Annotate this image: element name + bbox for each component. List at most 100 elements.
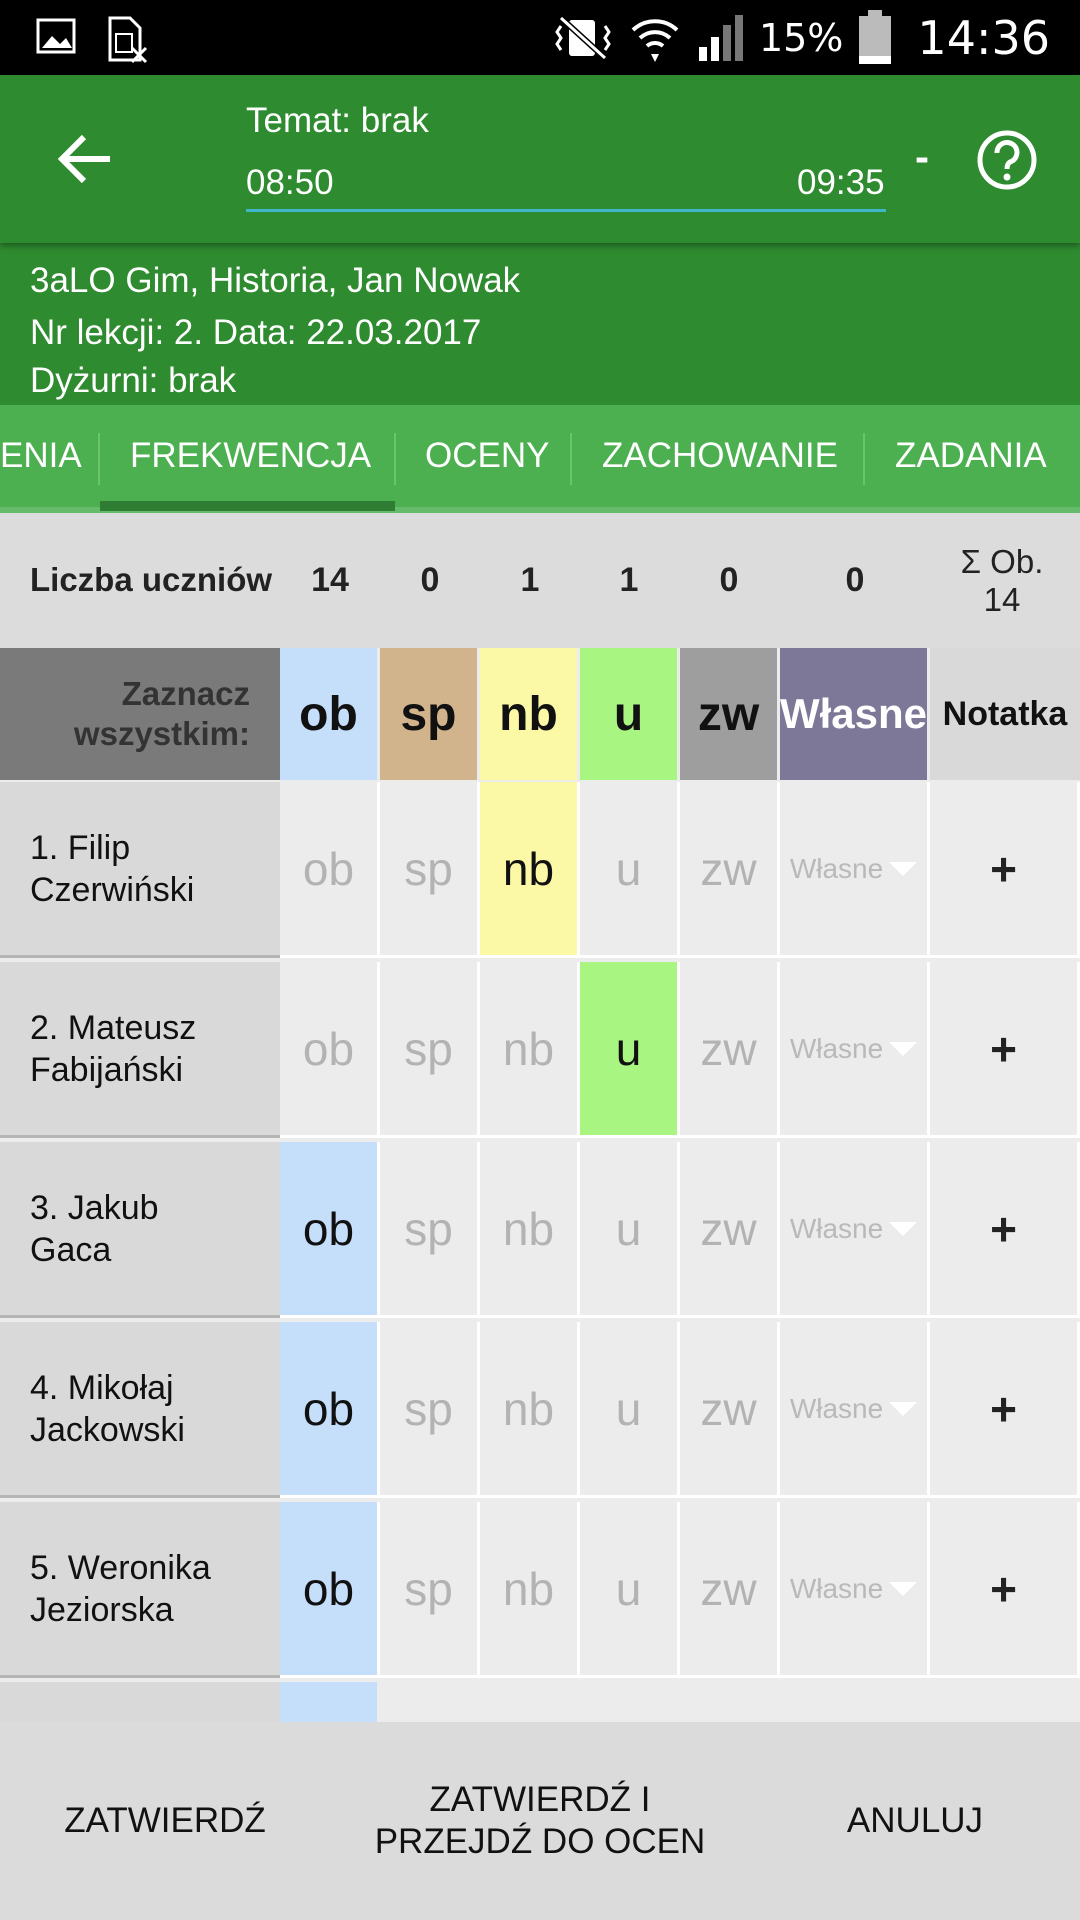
student-first-name: 3. Jakub <box>30 1188 159 1227</box>
wifi-icon <box>631 19 679 62</box>
help-icon[interactable] <box>976 129 1038 191</box>
own-status-label: Własne <box>789 1572 884 1604</box>
own-status-dropdown[interactable]: Własne <box>780 962 930 1138</box>
attendance-sp-cell[interactable]: sp <box>380 1502 480 1678</box>
own-status-dropdown[interactable]: Własne <box>780 1142 930 1318</box>
image-icon <box>36 18 76 54</box>
table-row: 2. Mateusz Fabijański ob sp nb u zw Własne + <box>0 962 1080 1140</box>
attendance-zw-cell[interactable]: zw <box>680 782 780 958</box>
attendance-ob-cell[interactable]: ob <box>280 1142 380 1318</box>
student-name: 1. Filip Czerwiński <box>0 782 280 958</box>
select-all-label: Zaznacz wszystkim: <box>0 648 280 780</box>
dash-button[interactable]: - <box>915 133 929 181</box>
count-nb: 1 <box>520 561 540 599</box>
cancel-button[interactable]: ANULUJ <box>750 1722 1080 1920</box>
tab-partial[interactable]: ENIA <box>0 405 82 507</box>
select-all-zw-button[interactable]: zw <box>680 648 777 780</box>
attendance-sp-cell[interactable]: sp <box>380 962 480 1138</box>
attendance-ob-cell[interactable]: ob <box>280 1322 380 1498</box>
count-own: 0 <box>845 561 865 599</box>
tab-frekwencja[interactable]: FREKWENCJA <box>130 405 371 507</box>
table-row: 1. Filip Czerwiński ob sp nb u zw Własne + <box>0 782 1080 960</box>
count-sp: 0 <box>420 561 440 599</box>
add-note-button[interactable]: + <box>930 1322 1080 1498</box>
add-note-button[interactable]: + <box>930 962 1080 1138</box>
dropdown-arrow-icon <box>889 861 918 876</box>
lesson-topic[interactable]: Temat: brak <box>246 101 429 141</box>
attendance-u-cell[interactable]: u <box>580 1322 680 1498</box>
select-all-line1: Zaznacz <box>121 675 250 712</box>
battery-icon <box>859 10 892 64</box>
select-all-u-button[interactable]: u <box>580 648 677 780</box>
summary-row: Liczba uczniów 14 0 1 1 0 0 Σ Ob. 14 <box>0 513 1080 648</box>
signal-icon <box>698 15 743 61</box>
dropdown-arrow-icon <box>889 1401 918 1416</box>
own-status-label: Własne <box>789 852 884 884</box>
own-status-dropdown[interactable]: Własne <box>780 1502 930 1678</box>
dropdown-arrow-icon <box>889 1041 918 1056</box>
own-status-dropdown[interactable]: Własne <box>780 1322 930 1498</box>
own-status-label: Własne <box>789 1392 884 1424</box>
confirm-button[interactable]: ZATWIERDŹ <box>0 1722 330 1920</box>
student-last-name: Jeziorska <box>30 1590 174 1629</box>
select-all-nb-button[interactable]: nb <box>480 648 577 780</box>
note-header: Notatka <box>930 648 1080 780</box>
attendance-zw-cell[interactable]: zw <box>680 1502 780 1678</box>
own-status-dropdown[interactable]: Własne <box>780 782 930 958</box>
count-total: 14 <box>311 561 349 599</box>
student-name: 4. Mikołaj Jackowski <box>0 1322 280 1498</box>
table-row: 5. Weronika Jeziorska ob sp nb u zw Własne + <box>0 1502 1080 1680</box>
back-arrow-icon[interactable] <box>56 129 116 189</box>
count-zw: 0 <box>719 561 739 599</box>
attendance-ob-cell[interactable]: ob <box>280 782 380 958</box>
add-note-button[interactable]: + <box>930 1142 1080 1318</box>
attendance-nb-cell[interactable]: nb <box>480 782 580 958</box>
lesson-info: 3aLO Gim, Historia, Jan Nowak Nr lekcji:… <box>0 243 1080 405</box>
attendance-sp-cell[interactable]: sp <box>380 782 480 958</box>
attendance-zw-cell[interactable]: zw <box>680 1322 780 1498</box>
add-note-button[interactable]: + <box>930 782 1080 958</box>
attendance-u-cell[interactable]: u <box>580 962 680 1138</box>
select-all-ob-button[interactable]: ob <box>280 648 377 780</box>
student-first-name: 1. Filip <box>30 828 131 867</box>
attendance-u-cell[interactable]: u <box>580 1502 680 1678</box>
add-note-button[interactable]: + <box>930 1502 1080 1678</box>
end-time[interactable]: 09:35 <box>797 163 885 203</box>
app-bar: Temat: brak 08:50 09:35 - <box>0 75 1080 243</box>
attendance-nb-cell[interactable]: nb <box>480 1322 580 1498</box>
confirm-next-line2: PRZEJDŹ DO OCEN <box>374 1822 706 1861</box>
battery-percent: 15% <box>758 16 844 60</box>
attendance-u-cell[interactable]: u <box>580 782 680 958</box>
attendance-sp-cell[interactable]: sp <box>380 1142 480 1318</box>
attendance-sp-cell[interactable]: sp <box>380 1322 480 1498</box>
attendance-zw-cell[interactable]: zw <box>680 1142 780 1318</box>
sum-present: Σ Ob. 14 <box>952 543 1052 619</box>
student-first-name: 2. Mateusz <box>30 1008 197 1047</box>
attendance-ob-cell[interactable]: ob <box>280 1502 380 1678</box>
select-all-line2: wszystkim: <box>73 715 250 752</box>
partial-row-cells <box>380 1682 1080 1722</box>
attendance-nb-cell[interactable]: nb <box>480 1502 580 1678</box>
start-time[interactable]: 08:50 <box>246 163 334 203</box>
bottom-action-bar: ZATWIERDŹ ZATWIERDŹ I PRZEJDŹ DO OCEN AN… <box>0 1722 1080 1920</box>
select-all-sp-button[interactable]: sp <box>380 648 477 780</box>
student-count-label: Liczba uczniów <box>30 561 273 598</box>
attendance-ob-cell[interactable]: ob <box>280 962 380 1138</box>
own-status-label: Własne <box>789 1212 884 1244</box>
attendance-nb-cell[interactable]: nb <box>480 962 580 1138</box>
tab-zachowanie[interactable]: ZACHOWANIE <box>602 405 838 507</box>
attendance-zw-cell[interactable]: zw <box>680 962 780 1138</box>
tab-oceny[interactable]: OCENY <box>425 405 549 507</box>
confirm-and-grades-button[interactable]: ZATWIERDŹ I PRZEJDŹ DO OCEN <box>330 1722 750 1920</box>
lesson-date-info: Nr lekcji: 2. Data: 22.03.2017 <box>30 313 482 352</box>
attendance-nb-cell[interactable]: nb <box>480 1142 580 1318</box>
select-all-own-button[interactable]: Własne <box>780 648 927 780</box>
clock: 14:36 <box>917 11 1050 65</box>
tab-zadania[interactable]: ZADANIA <box>895 405 1047 507</box>
duty-info: Dyżurni: brak <box>30 361 237 400</box>
student-first-name: 4. Mikołaj <box>30 1368 174 1407</box>
table-row: 3. Jakub Gaca ob sp nb u zw Własne + <box>0 1142 1080 1320</box>
attendance-u-cell[interactable]: u <box>580 1142 680 1318</box>
sum-present-value: 14 <box>983 581 1021 618</box>
active-tab-indicator <box>100 501 395 511</box>
